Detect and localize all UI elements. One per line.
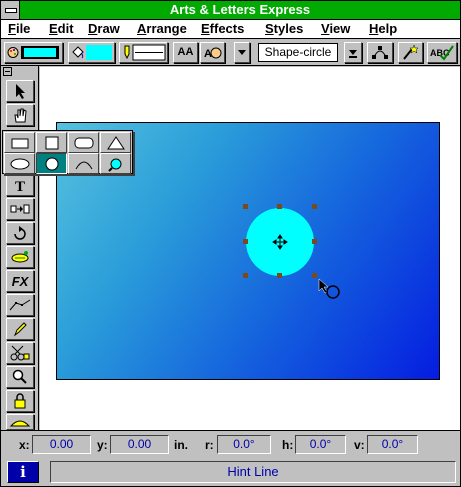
scissors-icon xyxy=(10,345,30,361)
line-icon xyxy=(9,299,31,311)
line-style-button[interactable] xyxy=(119,42,168,63)
app-window: Arts & Letters Express File Edit Draw Ar… xyxy=(0,0,461,487)
pointer-icon xyxy=(16,84,25,99)
text-color-button[interactable]: A xyxy=(200,42,225,63)
menu-effects[interactable]: Effects xyxy=(201,21,244,36)
check-pencil-icon: ABC xyxy=(430,45,454,61)
hint-bar: i Hint Line xyxy=(1,458,460,486)
v-label: v: xyxy=(354,438,365,452)
rectangle-shape-button[interactable] xyxy=(4,132,35,153)
ellipse-shape-button[interactable] xyxy=(4,153,35,174)
square-icon xyxy=(45,136,58,149)
path-icon xyxy=(10,204,30,214)
magic-wand-button[interactable] xyxy=(398,42,423,63)
triangle-shape-button[interactable] xyxy=(100,132,131,153)
toolbox-menu-button[interactable] xyxy=(3,67,12,76)
lock-icon xyxy=(14,393,26,409)
toolbar: AA A Shape-circle ABC xyxy=(1,39,460,66)
y-field[interactable]: 0.00 xyxy=(110,435,169,454)
ruler-tool[interactable] xyxy=(6,414,34,430)
menu-arrange[interactable]: Arrange xyxy=(137,21,187,36)
window-title: Arts & Letters Express xyxy=(169,2,311,17)
magic-wand-icon xyxy=(403,44,419,60)
hand-icon xyxy=(14,108,27,123)
lock-tool[interactable] xyxy=(6,390,34,412)
horizontal-skew-field[interactable]: 0.0° xyxy=(295,435,346,454)
circle-draw-cursor-icon xyxy=(318,278,340,299)
pointer-tool[interactable] xyxy=(6,80,34,102)
vertical-skew-field[interactable]: 0.0° xyxy=(367,435,418,454)
path-tool[interactable] xyxy=(6,198,34,220)
triangle-icon xyxy=(106,135,125,149)
paint-bucket-icon xyxy=(72,45,112,60)
title-bar: Arts & Letters Express xyxy=(1,1,460,20)
text-icon: T xyxy=(15,179,25,194)
x-field[interactable]: 0.00 xyxy=(32,435,91,454)
svg-text:T: T xyxy=(15,179,25,194)
circle-icon xyxy=(45,157,58,170)
shapes-flyout xyxy=(2,130,133,174)
line-tool[interactable] xyxy=(6,294,34,316)
scissors-tool[interactable] xyxy=(6,342,34,364)
blend-icon xyxy=(11,251,29,263)
arc-shape-button[interactable] xyxy=(68,153,99,174)
circle-center-shape-button[interactable] xyxy=(100,153,131,174)
rounded-rect-icon xyxy=(74,137,93,148)
rotate-tool[interactable] xyxy=(6,222,34,244)
menu-view[interactable]: View xyxy=(321,21,350,36)
toolbox: T FX xyxy=(1,66,39,430)
text-tool[interactable]: T xyxy=(6,174,34,196)
circle-shape-button[interactable] xyxy=(36,153,67,174)
ruler-icon xyxy=(9,420,31,427)
style-dropdown-button[interactable] xyxy=(234,42,250,63)
system-menu-button[interactable] xyxy=(1,1,20,19)
pen-icon xyxy=(13,322,27,337)
text-color-icon: A xyxy=(204,47,222,60)
arc-icon xyxy=(75,161,92,169)
rectangle-icon xyxy=(11,138,28,148)
rounded-rect-shape-button[interactable] xyxy=(68,132,99,153)
shape-name-field[interactable]: Shape-circle xyxy=(258,43,338,62)
h-label: h: xyxy=(282,438,294,452)
blend-tool[interactable] xyxy=(6,246,34,268)
rotate-icon xyxy=(14,226,26,240)
pen-nib-icon xyxy=(124,44,166,61)
rotation-field[interactable]: 0.0° xyxy=(217,435,271,454)
ellipse-icon xyxy=(10,158,29,169)
selected-circle-group[interactable] xyxy=(237,199,347,301)
square-shape-button[interactable] xyxy=(36,132,67,153)
shape-dropdown-button[interactable] xyxy=(344,42,362,63)
palette-icon xyxy=(7,46,59,59)
effects-tool[interactable]: FX xyxy=(6,270,34,292)
info-icon[interactable]: i xyxy=(7,461,39,483)
fx-icon: FX xyxy=(11,273,29,289)
x-label: x: xyxy=(19,438,30,452)
units-label: in. xyxy=(174,438,188,452)
zoom-icon xyxy=(12,369,27,384)
menu-file[interactable]: File xyxy=(8,21,30,36)
dropdown-arrow-icon xyxy=(349,50,357,58)
hand-tool[interactable] xyxy=(6,104,34,126)
coordinate-bar: x: 0.00 y: 0.00 in. r: 0.0° h: 0.0° v: 0… xyxy=(1,430,460,458)
menu-edit[interactable]: Edit xyxy=(49,21,74,36)
menu-draw[interactable]: Draw xyxy=(88,21,120,36)
r-label: r: xyxy=(205,438,214,452)
hint-line: Hint Line xyxy=(50,461,456,483)
fill-color-button[interactable] xyxy=(68,42,115,63)
menu-styles[interactable]: Styles xyxy=(265,21,303,36)
text-style-button[interactable]: AA xyxy=(173,42,198,63)
node-edit-icon xyxy=(372,46,388,59)
menu-help[interactable]: Help xyxy=(369,21,397,36)
edit-points-button[interactable] xyxy=(367,42,393,63)
menu-bar: File Edit Draw Arrange Effects Styles Vi… xyxy=(1,20,460,39)
y-label: y: xyxy=(97,438,108,452)
spell-check-button[interactable]: ABC xyxy=(427,42,457,63)
pen-tool[interactable] xyxy=(6,318,34,340)
magnify-circle-icon xyxy=(107,158,121,172)
zoom-tool[interactable] xyxy=(6,366,34,388)
line-color-button[interactable] xyxy=(4,42,63,63)
caret-down-icon xyxy=(238,50,246,55)
